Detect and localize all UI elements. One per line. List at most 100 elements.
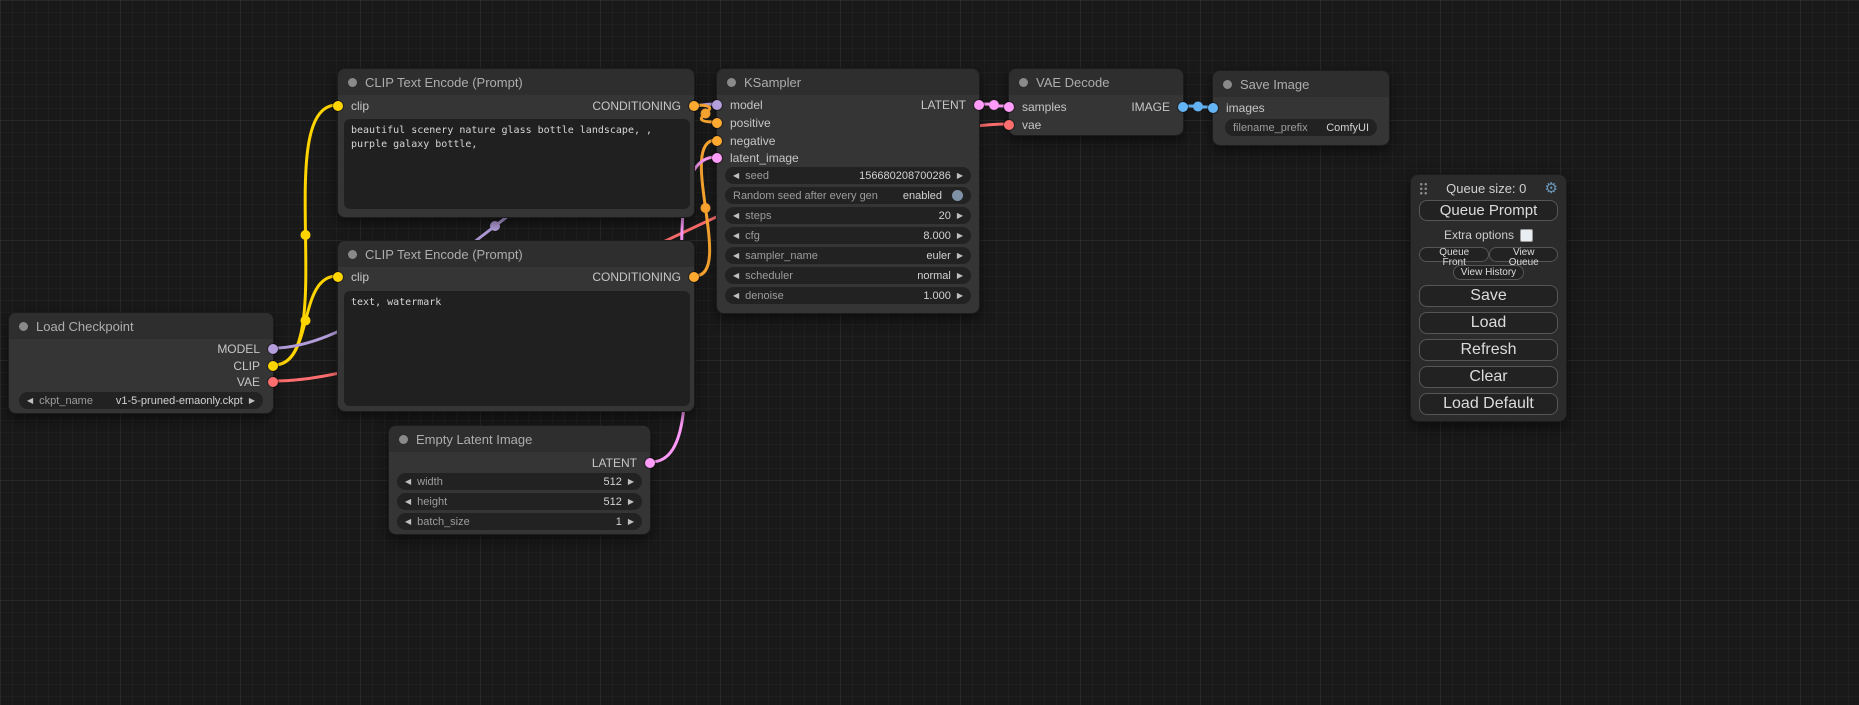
collapse-dot-icon[interactable] [348, 78, 357, 87]
decrement-icon[interactable]: ◀ [405, 478, 411, 486]
widget-width[interactable]: ◀ width 512 ▶ [397, 473, 642, 490]
latent-output-dot[interactable] [974, 100, 984, 110]
view-history-button[interactable]: View History [1453, 265, 1524, 280]
input-slot-clip[interactable]: clip [333, 97, 369, 115]
samples-input-dot[interactable] [1004, 102, 1014, 112]
load-default-button[interactable]: Load Default [1419, 393, 1558, 415]
image-output-dot[interactable] [1178, 102, 1188, 112]
node-clip-text-encode-negative[interactable]: CLIP Text Encode (Prompt) clip CONDITION… [337, 240, 695, 412]
settings-gear-icon[interactable]: ⚙ [1545, 181, 1558, 196]
node-clip-text-encode-positive[interactable]: CLIP Text Encode (Prompt) clip CONDITION… [337, 68, 695, 218]
clip-input-dot[interactable] [333, 101, 343, 111]
images-input-dot[interactable] [1208, 103, 1218, 113]
decrement-icon[interactable]: ◀ [27, 397, 33, 405]
load-button[interactable]: Load [1419, 312, 1558, 334]
widget-scheduler[interactable]: ◀ scheduler normal ▶ [725, 267, 971, 284]
node-save-image[interactable]: Save Image images filename_prefix ComfyU… [1212, 70, 1390, 146]
decrement-icon[interactable]: ◀ [405, 518, 411, 526]
conditioning-output-dot[interactable] [689, 101, 699, 111]
node-load-checkpoint[interactable]: Load Checkpoint MODEL CLIP VAE ◀ ckpt_na… [8, 312, 274, 414]
clip-input-dot[interactable] [333, 272, 343, 282]
output-slot-vae[interactable]: VAE [237, 373, 278, 391]
node-title-bar[interactable]: KSampler [717, 69, 979, 95]
increment-icon[interactable]: ▶ [957, 212, 963, 220]
refresh-button[interactable]: Refresh [1419, 339, 1558, 361]
decrement-icon[interactable]: ◀ [733, 172, 739, 180]
view-queue-button[interactable]: View Queue [1489, 247, 1558, 262]
widget-cfg[interactable]: ◀ cfg 8.000 ▶ [725, 227, 971, 244]
decrement-icon[interactable]: ◀ [733, 252, 739, 260]
decrement-icon[interactable]: ◀ [733, 232, 739, 240]
latent-image-input-dot[interactable] [712, 153, 722, 163]
widget-sampler-name[interactable]: ◀ sampler_name euler ▶ [725, 247, 971, 264]
input-slot-negative[interactable]: negative [712, 132, 775, 150]
prompt-textarea[interactable]: text, watermark [344, 291, 690, 406]
collapse-dot-icon[interactable] [348, 250, 357, 259]
node-vae-decode[interactable]: VAE Decode samples IMAGE vae [1008, 68, 1184, 136]
vae-output-dot[interactable] [268, 377, 278, 387]
decrement-icon[interactable]: ◀ [733, 212, 739, 220]
collapse-dot-icon[interactable] [1223, 80, 1232, 89]
save-button[interactable]: Save [1419, 285, 1558, 307]
output-slot-latent[interactable]: LATENT [921, 96, 984, 114]
extra-options-checkbox[interactable] [1520, 229, 1533, 242]
graph-canvas[interactable]: Load Checkpoint MODEL CLIP VAE ◀ ckpt_na… [0, 0, 1859, 705]
node-title-bar[interactable]: Load Checkpoint [9, 313, 273, 339]
latent-output-dot[interactable] [645, 458, 655, 468]
widget-seed[interactable]: ◀ seed 156680208700286 ▶ [725, 167, 971, 184]
increment-icon[interactable]: ▶ [957, 232, 963, 240]
increment-icon[interactable]: ▶ [249, 397, 255, 405]
increment-icon[interactable]: ▶ [957, 272, 963, 280]
node-title-bar[interactable]: CLIP Text Encode (Prompt) [338, 241, 694, 267]
node-title-bar[interactable]: Save Image [1213, 71, 1389, 97]
node-title-bar[interactable]: Empty Latent Image [389, 426, 650, 452]
output-slot-latent[interactable]: LATENT [592, 454, 655, 472]
clear-button[interactable]: Clear [1419, 366, 1558, 388]
node-title-bar[interactable]: VAE Decode [1009, 69, 1183, 95]
input-slot-clip[interactable]: clip [333, 268, 369, 286]
output-slot-conditioning[interactable]: CONDITIONING [592, 97, 699, 115]
widget-steps[interactable]: ◀ steps 20 ▶ [725, 207, 971, 224]
increment-icon[interactable]: ▶ [957, 252, 963, 260]
output-slot-model[interactable]: MODEL [217, 340, 278, 358]
queue-front-button[interactable]: Queue Front [1419, 247, 1489, 262]
input-slot-positive[interactable]: positive [712, 114, 771, 132]
collapse-dot-icon[interactable] [727, 78, 736, 87]
clip-output-dot[interactable] [268, 361, 278, 371]
widget-filename-prefix[interactable]: filename_prefix ComfyUI [1225, 119, 1377, 136]
increment-icon[interactable]: ▶ [628, 518, 634, 526]
widget-random-seed-toggle[interactable]: Random seed after every gen enabled [725, 187, 971, 204]
increment-icon[interactable]: ▶ [957, 292, 963, 300]
input-slot-latent-image[interactable]: latent_image [712, 149, 799, 167]
decrement-icon[interactable]: ◀ [405, 498, 411, 506]
toggle-dot-icon[interactable] [952, 190, 963, 201]
collapse-dot-icon[interactable] [399, 435, 408, 444]
vae-input-dot[interactable] [1004, 120, 1014, 130]
collapse-dot-icon[interactable] [19, 322, 28, 331]
prompt-textarea[interactable]: beautiful scenery nature glass bottle la… [344, 119, 690, 209]
input-slot-images[interactable]: images [1208, 99, 1265, 117]
increment-icon[interactable]: ▶ [628, 498, 634, 506]
comfy-menu-panel[interactable]: Queue size: 0 ⚙ Queue Prompt Extra optio… [1410, 174, 1567, 422]
negative-input-dot[interactable] [712, 136, 722, 146]
input-slot-vae[interactable]: vae [1004, 116, 1041, 134]
decrement-icon[interactable]: ◀ [733, 292, 739, 300]
widget-batch-size[interactable]: ◀ batch_size 1 ▶ [397, 513, 642, 530]
decrement-icon[interactable]: ◀ [733, 272, 739, 280]
widget-ckpt-name[interactable]: ◀ ckpt_name v1-5-pruned-emaonly.ckpt ▶ [19, 392, 263, 409]
increment-icon[interactable]: ▶ [957, 172, 963, 180]
positive-input-dot[interactable] [712, 118, 722, 128]
widget-denoise[interactable]: ◀ denoise 1.000 ▶ [725, 287, 971, 304]
output-slot-conditioning[interactable]: CONDITIONING [592, 268, 699, 286]
input-slot-model[interactable]: model [712, 96, 763, 114]
increment-icon[interactable]: ▶ [628, 478, 634, 486]
drag-handle-icon[interactable] [1419, 182, 1428, 195]
widget-height[interactable]: ◀ height 512 ▶ [397, 493, 642, 510]
node-title-bar[interactable]: CLIP Text Encode (Prompt) [338, 69, 694, 95]
queue-prompt-button[interactable]: Queue Prompt [1419, 200, 1558, 221]
collapse-dot-icon[interactable] [1019, 78, 1028, 87]
output-slot-image[interactable]: IMAGE [1131, 98, 1188, 116]
input-slot-samples[interactable]: samples [1004, 98, 1067, 116]
conditioning-output-dot[interactable] [689, 272, 699, 282]
model-output-dot[interactable] [268, 344, 278, 354]
